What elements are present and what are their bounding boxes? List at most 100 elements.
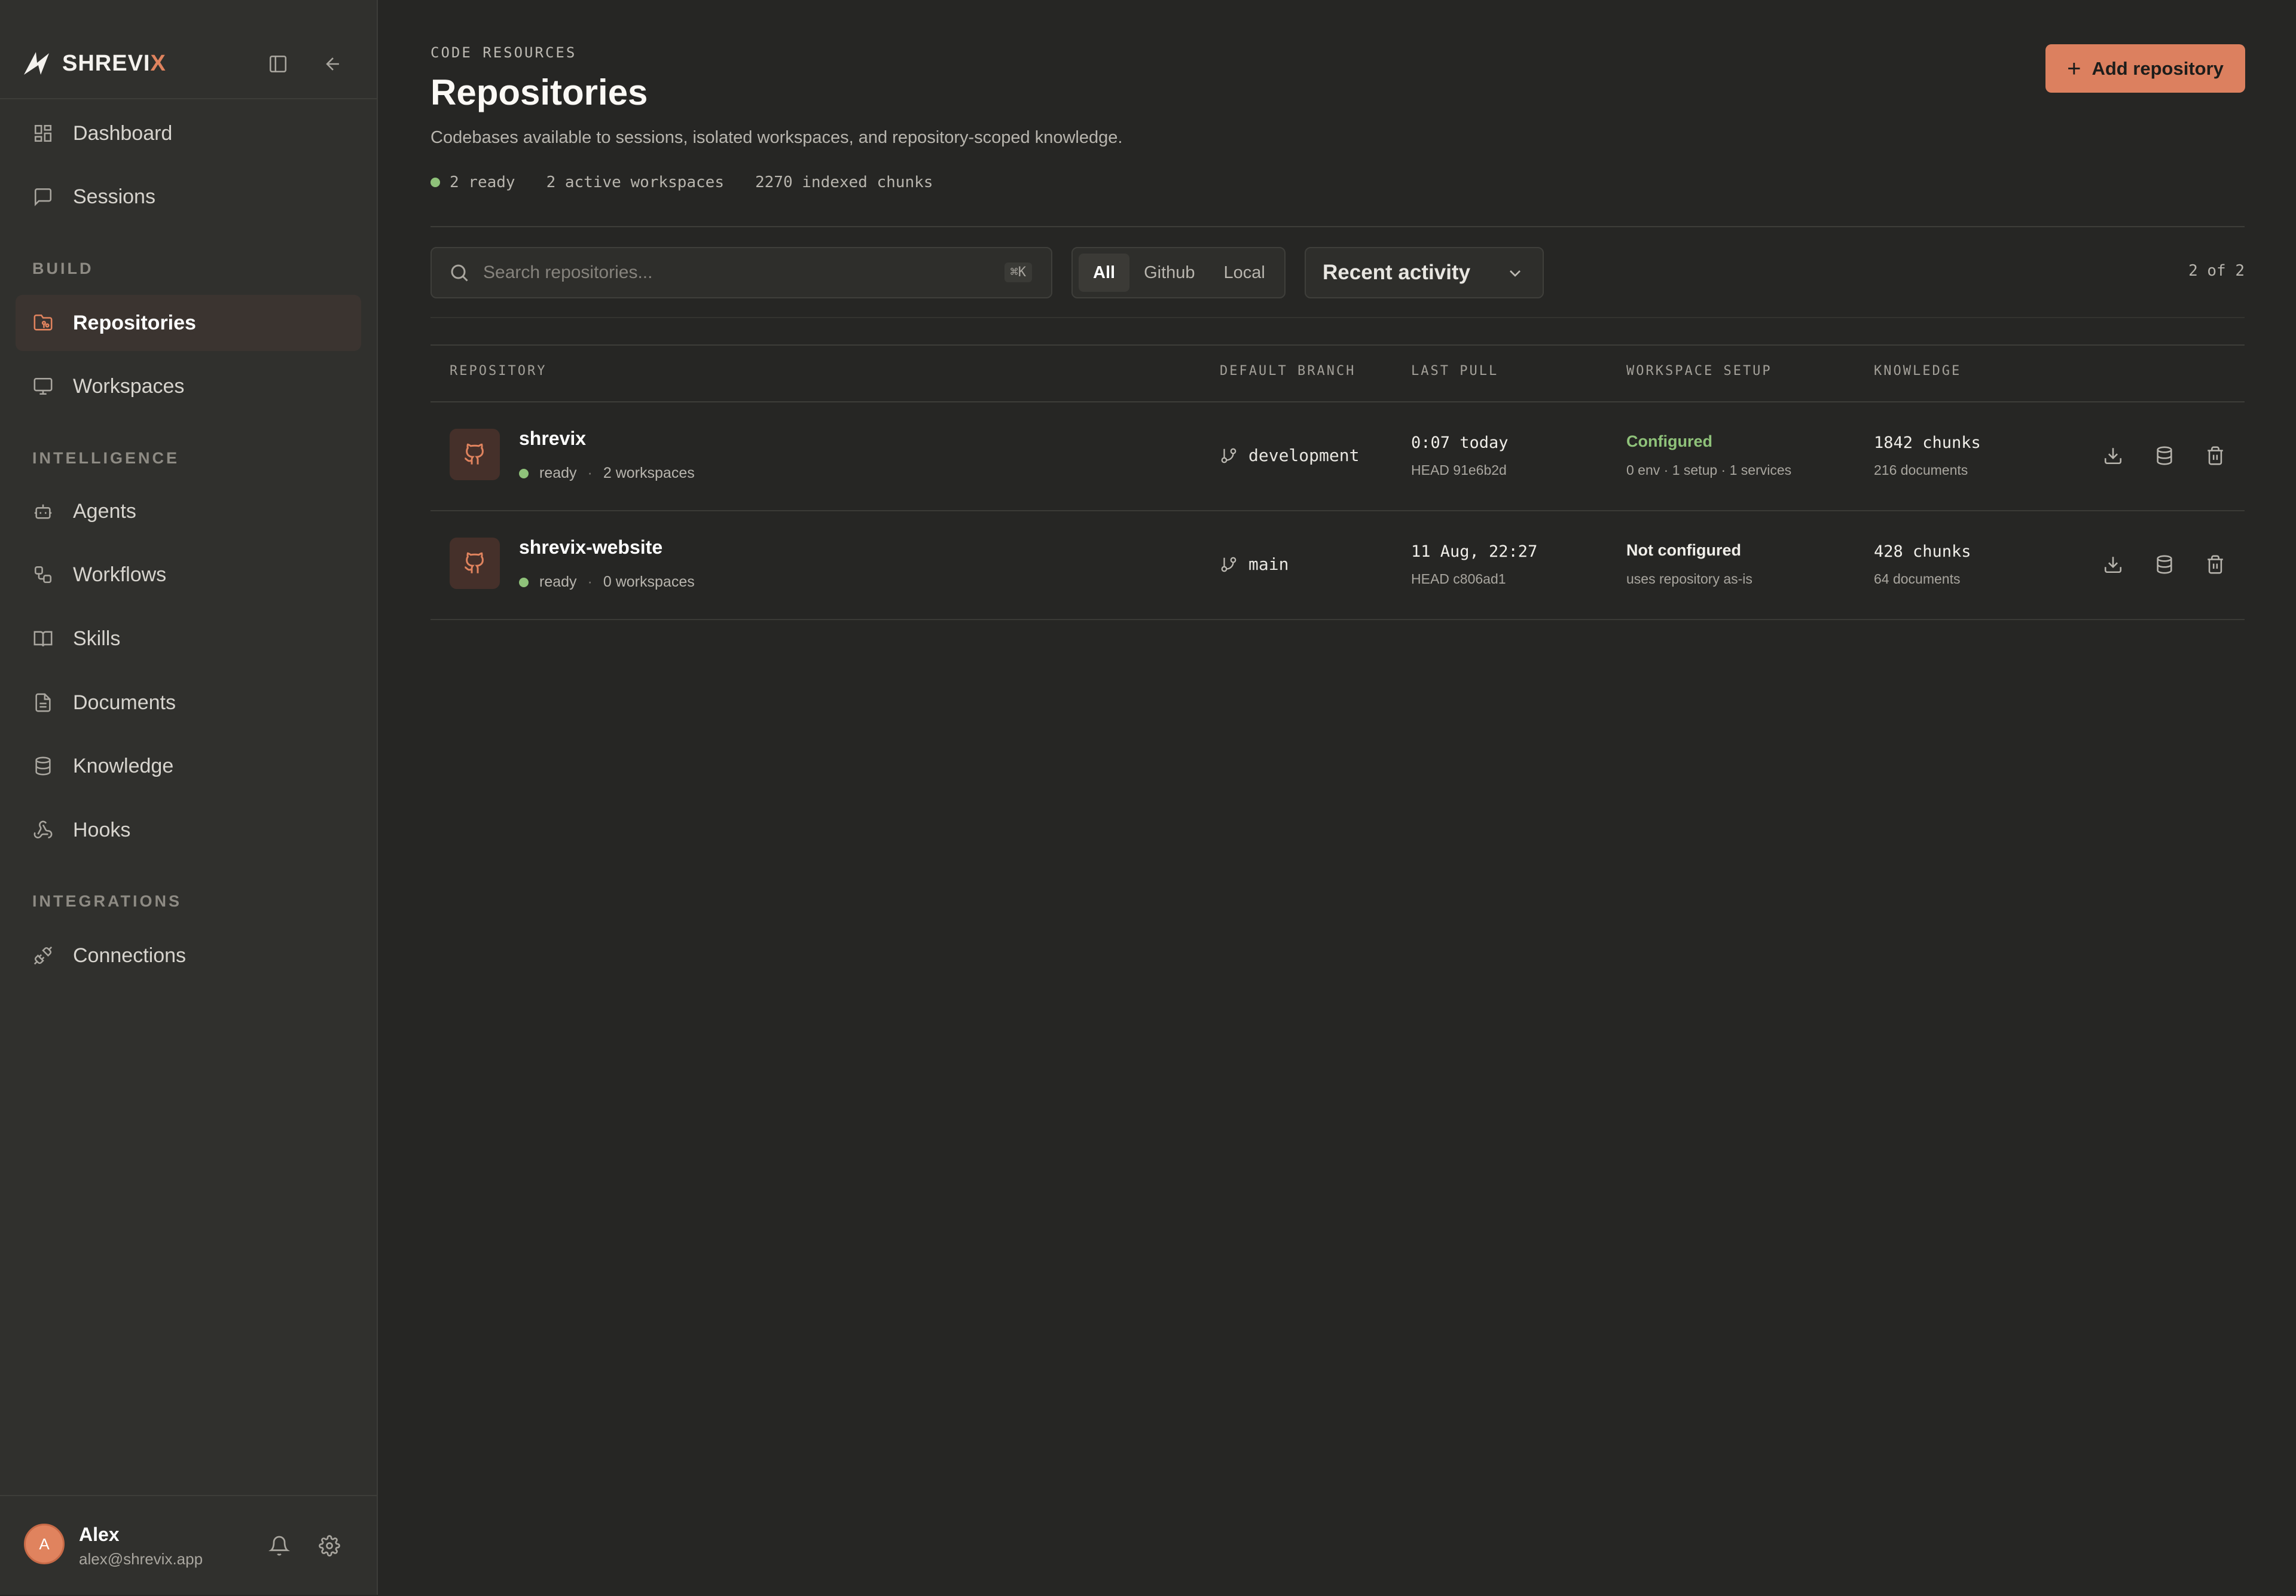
repository-meta: ready · 0 workspaces bbox=[519, 573, 695, 591]
default-branch: development bbox=[1220, 445, 1359, 465]
stat-workspaces: 2 active workspaces bbox=[546, 173, 724, 191]
sidebar-item-label: Skills bbox=[73, 627, 121, 650]
meta-separator: · bbox=[587, 465, 593, 481]
column-header-repository[interactable]: REPOSITORY bbox=[450, 364, 546, 379]
plug-icon bbox=[31, 944, 55, 968]
page-eyebrow: CODE RESOURCES bbox=[430, 44, 577, 61]
search-input[interactable] bbox=[482, 262, 975, 283]
filter-github[interactable]: Github bbox=[1129, 254, 1209, 292]
workspace-setup-detail: 0 env · 1 setup · 1 services bbox=[1626, 462, 1792, 478]
workspace-setup-status: Not configured bbox=[1626, 541, 1741, 559]
sidebar-item-label: Connections bbox=[73, 944, 187, 967]
pull-button[interactable] bbox=[2098, 550, 2128, 579]
webhook-icon bbox=[31, 818, 55, 842]
knowledge-chunks: 1842 chunks bbox=[1874, 434, 1981, 452]
sidebar-item-label: Hooks bbox=[73, 818, 131, 841]
sidebar-item-repositories[interactable]: Repositories bbox=[16, 295, 361, 351]
repository-stats: 2 ready 2 active workspaces 2270 indexed… bbox=[430, 173, 933, 191]
download-icon bbox=[2104, 448, 2122, 465]
knowledge-documents: 64 documents bbox=[1874, 571, 1961, 587]
sidebar-item-agents[interactable]: Agents bbox=[16, 483, 361, 539]
filter-local[interactable]: Local bbox=[1210, 254, 1280, 292]
sidebar-item-connections[interactable]: Connections bbox=[16, 927, 361, 984]
repository-workspaces: 2 workspaces bbox=[603, 465, 695, 481]
repository-workspaces: 0 workspaces bbox=[603, 573, 695, 590]
toggle-sidebar-button[interactable] bbox=[264, 50, 292, 78]
sidebar-item-workflows[interactable]: Workflows bbox=[16, 547, 361, 603]
sidebar-item-label: Documents bbox=[73, 691, 176, 714]
sidebar-item-label: Workflows bbox=[73, 563, 167, 586]
knowledge-chunks: 428 chunks bbox=[1874, 542, 1971, 561]
sidebar-item-label: Knowledge bbox=[73, 754, 174, 777]
repository-name[interactable]: shrevix-website bbox=[519, 536, 662, 559]
repository-meta: ready · 2 workspaces bbox=[519, 465, 695, 482]
ready-status-dot bbox=[430, 178, 440, 187]
sidebar-item-workspaces[interactable]: Workspaces bbox=[16, 358, 361, 414]
ready-status-dot bbox=[519, 468, 529, 478]
toolbar-divider bbox=[430, 317, 2245, 318]
brand-logo[interactable]: SHREVIX bbox=[23, 47, 166, 80]
section-title-integrations: INTEGRATIONS bbox=[32, 892, 182, 910]
column-header-default-branch[interactable]: DEFAULT BRANCH bbox=[1220, 364, 1355, 379]
sidebar-item-documents[interactable]: Documents bbox=[16, 675, 361, 731]
book-icon bbox=[31, 627, 55, 651]
source-filter: All Github Local bbox=[1071, 247, 1286, 298]
sidebar-item-sessions[interactable]: Sessions bbox=[16, 169, 361, 225]
sidebar-item-label: Dashboard bbox=[73, 121, 173, 145]
workspace-setup-detail: uses repository as-is bbox=[1626, 571, 1752, 587]
folder-git-icon bbox=[31, 311, 55, 335]
sidebar-item-label: Sessions bbox=[73, 185, 155, 208]
git-branch-icon bbox=[1221, 557, 1236, 572]
sort-dropdown[interactable]: Recent activity bbox=[1305, 247, 1544, 298]
collapse-back-button[interactable] bbox=[319, 50, 347, 78]
file-icon bbox=[31, 691, 55, 715]
delete-button[interactable] bbox=[2200, 550, 2230, 579]
column-header-knowledge[interactable]: KNOWLEDGE bbox=[1874, 364, 1961, 379]
github-icon bbox=[450, 429, 500, 480]
settings-button[interactable] bbox=[316, 1532, 343, 1560]
last-pull-time: 0:07 today bbox=[1411, 434, 1509, 452]
search-bar: ⌘K bbox=[430, 247, 1052, 298]
page-title: Repositories bbox=[430, 72, 648, 112]
user-email: alex@shrevix.app bbox=[79, 1550, 203, 1568]
plus-icon: + bbox=[2067, 55, 2081, 82]
shrevix-logo-icon bbox=[23, 51, 50, 76]
column-header-last-pull[interactable]: LAST PULL bbox=[1411, 364, 1498, 379]
brand-name: SHREVIX bbox=[62, 50, 166, 76]
sidebar-item-skills[interactable]: Skills bbox=[16, 611, 361, 667]
dashboard-icon bbox=[31, 121, 55, 145]
add-repository-button[interactable]: + Add repository bbox=[2045, 44, 2245, 93]
trash-icon bbox=[2208, 446, 2223, 465]
stat-chunks: 2270 indexed chunks bbox=[755, 173, 933, 191]
gear-icon bbox=[319, 1535, 340, 1557]
trash-icon bbox=[2208, 555, 2223, 574]
ready-status-dot bbox=[519, 577, 529, 587]
table-row[interactable]: shrevix-website ready · 0 workspaces mai… bbox=[430, 511, 2245, 620]
table-row[interactable]: shrevix ready · 2 workspaces development… bbox=[430, 402, 2245, 511]
notifications-button[interactable] bbox=[265, 1532, 293, 1560]
index-knowledge-button[interactable] bbox=[2150, 550, 2179, 579]
avatar[interactable]: A bbox=[24, 1524, 65, 1564]
repository-name[interactable]: shrevix bbox=[519, 428, 586, 450]
sidebar: SHREVIX Dashboard Sessions BUILD Reposit… bbox=[0, 0, 378, 1595]
arrow-left-icon bbox=[326, 57, 339, 71]
workspace-setup-status: Configured bbox=[1626, 432, 1712, 450]
pull-button[interactable] bbox=[2098, 441, 2128, 471]
monitor-icon bbox=[31, 374, 55, 398]
database-icon bbox=[2157, 446, 2172, 465]
user-name: Alex bbox=[79, 1524, 120, 1545]
sidebar-item-hooks[interactable]: Hooks bbox=[16, 802, 361, 858]
sidebar-item-knowledge[interactable]: Knowledge bbox=[16, 738, 361, 794]
knowledge-documents: 216 documents bbox=[1874, 462, 1968, 478]
last-pull-head: HEAD 91e6b2d bbox=[1411, 462, 1507, 478]
default-branch: main bbox=[1220, 554, 1289, 574]
sidebar-item-dashboard[interactable]: Dashboard bbox=[16, 105, 361, 161]
user-profile-bar: A Alex alex@shrevix.app bbox=[0, 1495, 377, 1596]
branch-name: main bbox=[1248, 554, 1289, 574]
filter-all[interactable]: All bbox=[1079, 254, 1130, 292]
delete-button[interactable] bbox=[2200, 441, 2230, 471]
index-knowledge-button[interactable] bbox=[2150, 441, 2179, 471]
download-icon bbox=[2104, 557, 2122, 573]
bell-icon bbox=[268, 1536, 290, 1556]
column-header-workspace-setup[interactable]: WORKSPACE SETUP bbox=[1626, 364, 1772, 379]
